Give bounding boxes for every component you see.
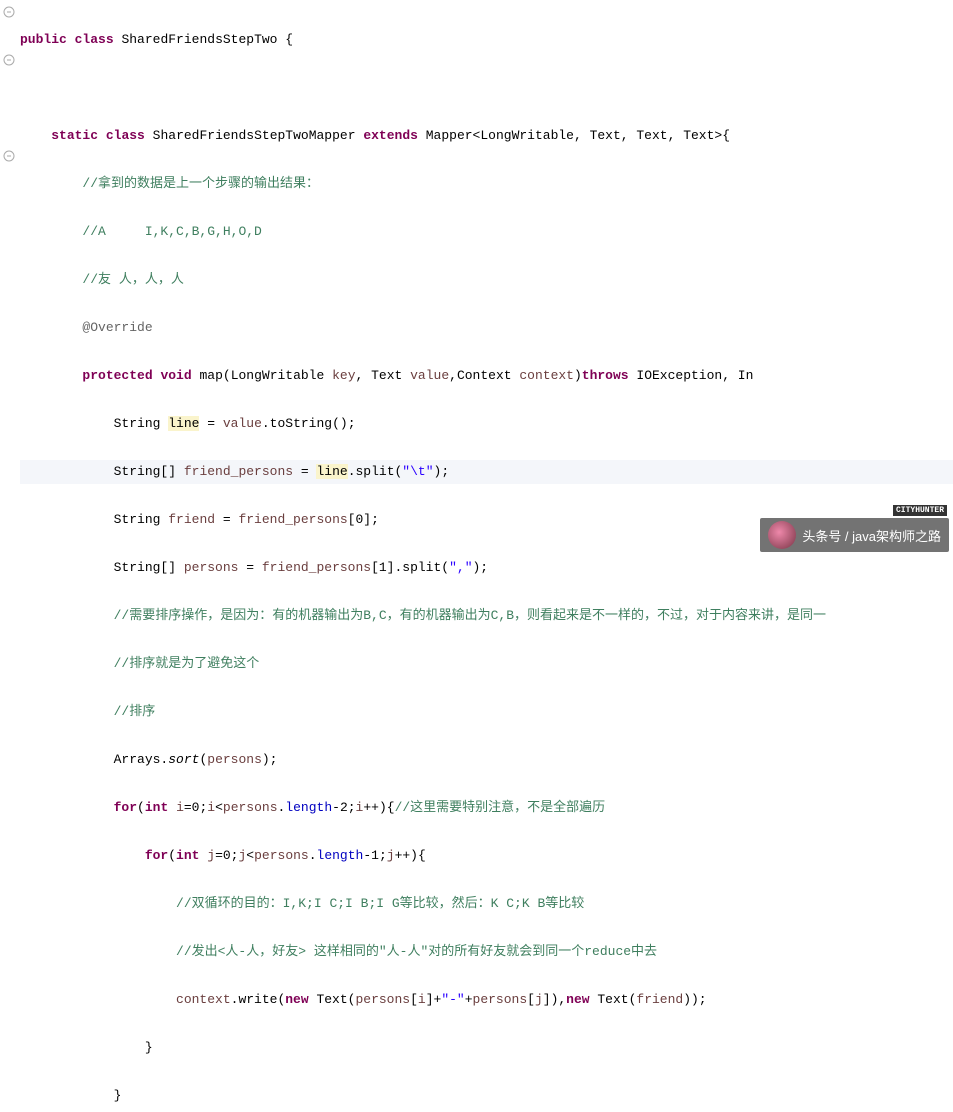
code-line: @Override	[20, 316, 953, 340]
code-line: protected void map(LongWritable key, Tex…	[20, 364, 953, 388]
code-line: }	[20, 1084, 953, 1108]
code-line-current: String[] friend_persons = line.split("\t…	[20, 460, 953, 484]
collapse-icon[interactable]	[3, 54, 15, 66]
code-line: context.write(new Text(persons[i]+"-"+pe…	[20, 988, 953, 1012]
watermark-badge: CITYHUNTER	[893, 505, 947, 516]
code-line: //双循环的目的：I,K;I C;I B;I G等比较，然后：K C;K B等比…	[20, 892, 953, 916]
avatar-icon	[768, 521, 796, 549]
code-line: //友 人，人，人	[20, 268, 953, 292]
watermark: 头条号 / java架构师之路	[760, 518, 949, 552]
code-line: }	[20, 1036, 953, 1060]
code-line: //发出<人-人，好友> 这样相同的"人-人"对的所有好友就会到同一个reduc…	[20, 940, 953, 964]
code-line: String line = value.toString();	[20, 412, 953, 436]
code-editor[interactable]: public class SharedFriendsStepTwo { stat…	[20, 0, 953, 1112]
code-line: String[] persons = friend_persons[1].spl…	[20, 556, 953, 580]
watermark-text: 头条号 / java架构师之路	[802, 526, 941, 545]
collapse-icon[interactable]	[3, 6, 15, 18]
code-line: //需要排序操作，是因为：有的机器输出为B,C，有的机器输出为C,B，则看起来是…	[20, 604, 953, 628]
code-line: for(int j=0;j<persons.length-1;j++){	[20, 844, 953, 868]
code-line: //排序就是为了避免这个	[20, 652, 953, 676]
collapse-icon[interactable]	[3, 150, 15, 162]
code-line: Arrays.sort(persons);	[20, 748, 953, 772]
code-line: //A I,K,C,B,G,H,O,D	[20, 220, 953, 244]
code-line	[20, 76, 953, 100]
code-line: //排序	[20, 700, 953, 724]
code-line: public class SharedFriendsStepTwo {	[20, 28, 953, 52]
code-line: //拿到的数据是上一个步骤的输出结果：	[20, 172, 953, 196]
editor-gutter	[0, 0, 18, 556]
code-line: static class SharedFriendsStepTwoMapper …	[20, 124, 953, 148]
code-line: for(int i=0;i<persons.length-2;i++){//这里…	[20, 796, 953, 820]
